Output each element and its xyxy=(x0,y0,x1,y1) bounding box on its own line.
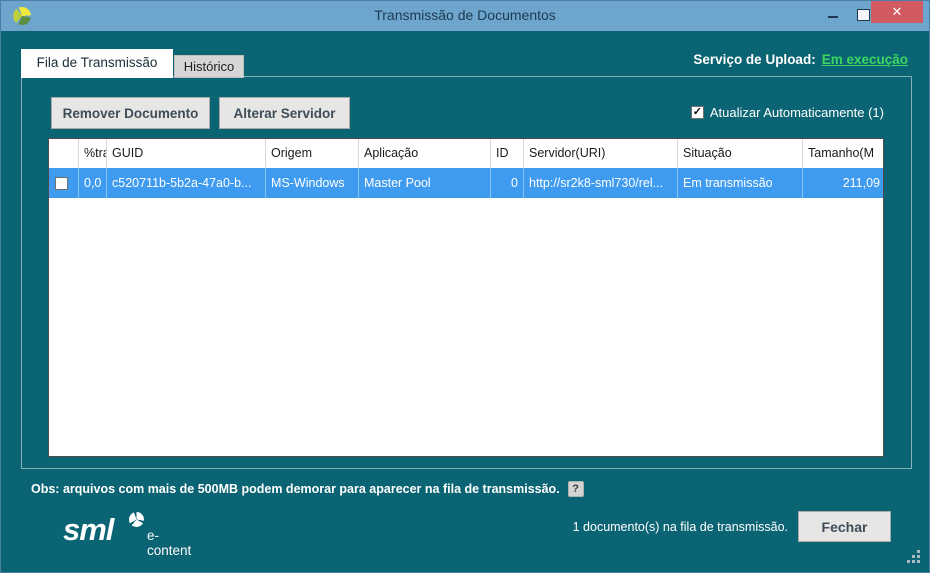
cell-tamanho: 211,09 xyxy=(842,176,880,190)
header-id[interactable]: ID xyxy=(491,139,524,168)
fechar-button[interactable]: Fechar xyxy=(798,511,891,542)
row-checkbox[interactable] xyxy=(55,176,68,190)
transmission-queue-table: %tra GUID Origem Aplicação ID Servidor(U… xyxy=(48,138,884,457)
cell-servidor-uri: http://sr2k8-sml730/rel... xyxy=(524,168,678,198)
cell-guid: c520711b-5b2a-47a0-b... xyxy=(107,168,266,198)
cell-origem: MS-Windows xyxy=(266,168,359,198)
minimize-button[interactable] xyxy=(819,1,847,27)
note-text: Obs: arquivos com mais de 500MB podem de… xyxy=(31,482,560,496)
cell-id: 0 xyxy=(491,168,524,198)
cell-situacao: Em transmissão xyxy=(678,168,803,198)
cell-percent: 0,0 xyxy=(79,168,107,198)
upload-service-label: Serviço de Upload: xyxy=(693,52,816,67)
header-servidor-uri[interactable]: Servidor(URI) xyxy=(524,139,678,168)
auto-refresh-label: Atualizar Automaticamente (1) xyxy=(709,105,884,120)
titlebar: Transmissão de Documentos ✕ xyxy=(1,1,929,31)
header-tamanho[interactable]: Tamanho(M xyxy=(803,139,883,168)
header-origem[interactable]: Origem xyxy=(266,139,359,168)
app-window: Transmissão de Documentos ✕ Fila de Tran… xyxy=(0,0,930,573)
header-situacao[interactable]: Situação xyxy=(678,139,803,168)
table-header-row: %tra GUID Origem Aplicação ID Servidor(U… xyxy=(49,139,883,168)
client-area: Fila de Transmissão Histórico Serviço de… xyxy=(8,31,924,567)
auto-refresh-checkbox[interactable]: ✓ Atualizar Automaticamente (1) xyxy=(690,105,884,120)
header-checkbox-col[interactable] xyxy=(49,139,79,168)
checkbox-checked-icon[interactable]: ✓ xyxy=(690,106,704,119)
change-server-button[interactable]: Alterar Servidor xyxy=(219,97,350,129)
row-checkbox-cell xyxy=(49,168,79,198)
table-row[interactable]: 0,0 c520711b-5b2a-47a0-b... MS-Windows M… xyxy=(49,168,883,198)
header-guid[interactable]: GUID xyxy=(107,139,266,168)
tab-historico[interactable]: Histórico xyxy=(174,55,244,78)
header-percent[interactable]: %tra xyxy=(79,139,107,168)
window-title: Transmissão de Documentos xyxy=(374,7,556,23)
header-aplicacao[interactable]: Aplicação xyxy=(359,139,491,168)
logo-text: sml xyxy=(63,512,114,547)
cell-aplicacao: Master Pool xyxy=(359,168,491,198)
remove-document-button[interactable]: Remover Documento xyxy=(51,97,210,129)
upload-service-status-link[interactable]: Em execução xyxy=(822,52,908,67)
tab-fila-de-transmissao[interactable]: Fila de Transmissão xyxy=(21,49,173,78)
logo-pinwheel-icon xyxy=(129,512,144,527)
queue-count-status: 1 documento(s) na fila de transmissão. xyxy=(572,520,788,534)
close-window-button[interactable]: ✕ xyxy=(871,1,923,23)
help-icon[interactable]: ? xyxy=(567,481,584,497)
note-row: Obs: arquivos com mais de 500MB podem de… xyxy=(31,481,584,497)
sml-logo: sml e-content xyxy=(63,512,191,558)
resize-grip[interactable] xyxy=(906,549,921,564)
logo-subtext: e-content xyxy=(147,528,192,558)
upload-service-status: Serviço de Upload: Em execução xyxy=(693,52,908,67)
